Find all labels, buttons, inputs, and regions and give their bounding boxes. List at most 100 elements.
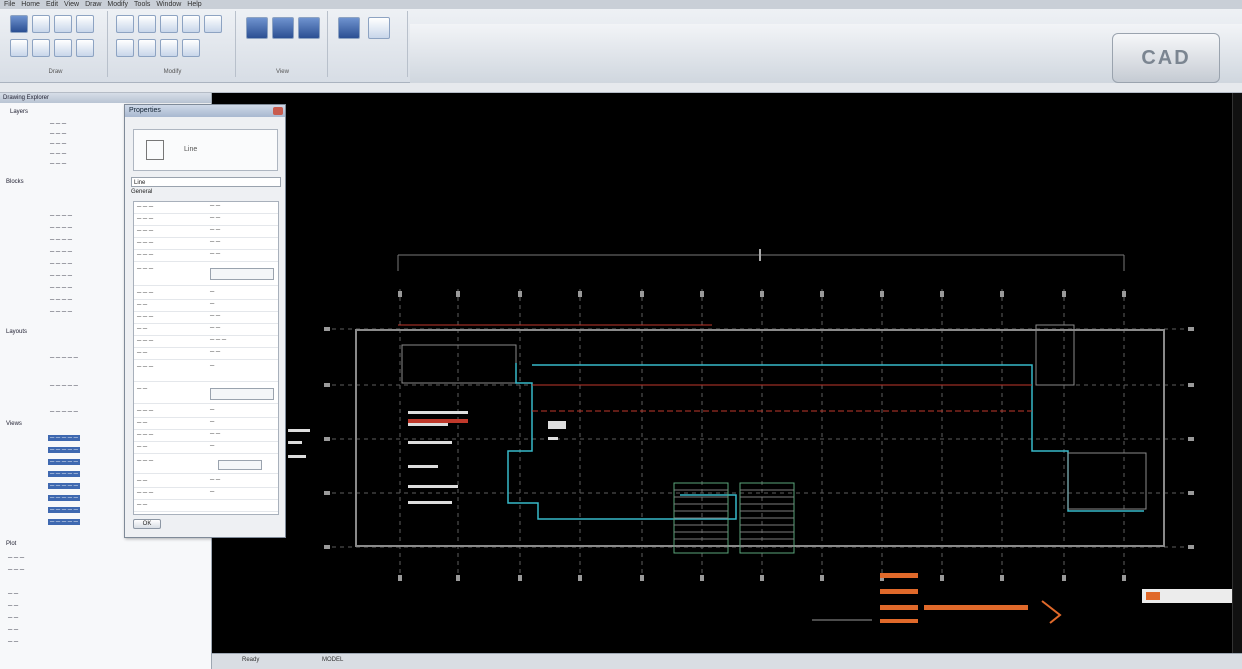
property-value[interactable]: ─ ─ (210, 215, 274, 224)
copy-button[interactable] (138, 15, 156, 33)
scale-button[interactable] (204, 15, 222, 33)
tree-leaf[interactable]: ─ ─ ─ (50, 131, 66, 137)
property-row[interactable]: ─ ─ ─ ─ (134, 324, 278, 336)
menu-file[interactable]: File (4, 0, 15, 9)
polyline-tool-button[interactable] (54, 15, 72, 33)
property-value[interactable]: ─ ─ (210, 349, 274, 358)
property-row[interactable]: ─ ─ ─ (134, 418, 278, 430)
menu-tools[interactable]: Tools (134, 0, 150, 9)
tree-leaf[interactable]: ─ ─ (8, 591, 18, 597)
new-drawing-button[interactable] (10, 15, 28, 33)
tree-leaf[interactable]: ─ ─ ─ ─ (50, 237, 72, 243)
property-value[interactable]: ─ ─ (210, 203, 274, 212)
property-button[interactable] (218, 460, 262, 470)
tree-leaf-selected[interactable]: ─ ─ ─ ─ ─ (48, 495, 80, 501)
tree-leaf[interactable]: ─ ─ ─ (50, 161, 66, 167)
tree-leaf[interactable]: ─ ─ ─ (8, 555, 24, 561)
property-value[interactable]: ─ (210, 301, 274, 310)
entity-type-select[interactable]: Line (131, 177, 281, 187)
tree-leaf[interactable]: ─ ─ ─ ─ (50, 273, 72, 279)
tree-leaf[interactable]: ─ ─ ─ ─ (50, 213, 72, 219)
property-value[interactable]: ─ ─ (210, 227, 274, 236)
tree-leaf[interactable]: ─ ─ ─ (50, 141, 66, 147)
menu-home[interactable]: Home (21, 0, 40, 9)
tree-leaf-selected[interactable]: ─ ─ ─ ─ ─ (48, 507, 80, 513)
pan-button[interactable] (298, 17, 320, 39)
property-value[interactable]: ─ ─ ─ (210, 337, 274, 346)
property-value[interactable]: ─ (210, 363, 274, 372)
tree-item-plot[interactable]: Plot (6, 541, 16, 547)
menu-edit[interactable]: Edit (46, 0, 58, 9)
property-row[interactable]: ─ ─ ─ (134, 264, 278, 286)
property-value[interactable]: ─ ─ (210, 431, 274, 440)
zoom-extents-button[interactable] (246, 17, 268, 39)
property-row[interactable]: ─ ─ ─ ─ ─ ─ (134, 336, 278, 348)
tree-leaf[interactable]: ─ ─ (8, 639, 18, 645)
property-row[interactable]: ─ ─ ─ ─ (134, 348, 278, 360)
rotate-button[interactable] (160, 15, 178, 33)
extend-button[interactable] (138, 39, 156, 57)
property-value[interactable]: ─ (210, 407, 274, 416)
menu-view[interactable]: View (64, 0, 79, 9)
property-row[interactable]: ─ ─ ─ ─ ─ (134, 226, 278, 238)
hatch-tool-button[interactable] (54, 39, 72, 57)
tree-leaf[interactable]: ─ ─ (8, 627, 18, 633)
property-row[interactable]: ─ ─ (134, 384, 278, 404)
move-button[interactable] (116, 15, 134, 33)
tree-item-layers[interactable]: Layers (10, 109, 28, 115)
cad-drawing[interactable] (212, 93, 1242, 653)
menu-help[interactable]: Help (187, 0, 201, 9)
ok-button[interactable]: OK (133, 519, 161, 529)
tree-leaf-selected[interactable]: ─ ─ ─ ─ ─ (48, 447, 80, 453)
tree-leaf[interactable]: ─ ─ ─ ─ (50, 309, 72, 315)
property-value[interactable]: ─ ─ (210, 325, 274, 334)
property-row[interactable]: ─ ─ ─ ─ ─ (134, 202, 278, 214)
property-row[interactable]: ─ ─ ─ ─ (134, 406, 278, 418)
tree-leaf-selected[interactable]: ─ ─ ─ ─ ─ (48, 459, 80, 465)
menu-modify[interactable]: Modify (107, 0, 128, 9)
property-value[interactable] (210, 501, 274, 510)
tree-leaf[interactable]: ─ ─ ─ (8, 567, 24, 573)
property-row[interactable]: ─ ─ ─ (134, 442, 278, 454)
vertical-scrollbar[interactable] (1232, 93, 1242, 653)
tree-leaf[interactable]: ─ ─ ─ ─ ─ (50, 409, 78, 415)
tree-leaf[interactable]: ─ ─ ─ ─ (50, 285, 72, 291)
fillet-button[interactable] (182, 39, 200, 57)
tree-leaf-selected[interactable]: ─ ─ ─ ─ ─ (48, 519, 80, 525)
close-icon[interactable] (273, 107, 283, 115)
property-row[interactable]: ─ ─ ─ ─ ─ (134, 430, 278, 442)
layer-button[interactable] (338, 17, 360, 39)
property-value[interactable]: ─ (210, 489, 274, 498)
menu-draw[interactable]: Draw (85, 0, 101, 9)
tree-item-views[interactable]: Views (6, 421, 22, 427)
circle-tool-button[interactable] (76, 15, 94, 33)
rect-tool-button[interactable] (32, 39, 50, 57)
tree-leaf[interactable]: ─ ─ ─ ─ (50, 249, 72, 255)
tree-leaf[interactable]: ─ ─ (8, 615, 18, 621)
tree-item-blocks[interactable]: Blocks (6, 179, 24, 185)
property-value[interactable]: ─ ─ (210, 313, 274, 322)
properties-button[interactable] (368, 17, 390, 39)
property-value[interactable]: ─ (210, 289, 274, 298)
status-mode[interactable]: MODEL (322, 657, 343, 663)
property-value[interactable]: ─ ─ (210, 251, 274, 260)
property-row[interactable]: ─ ─ ─ ─ (134, 362, 278, 382)
property-row[interactable]: ─ ─ ─ (134, 300, 278, 312)
mirror-button[interactable] (182, 15, 200, 33)
arc-tool-button[interactable] (10, 39, 28, 57)
tree-leaf[interactable]: ─ ─ ─ ─ ─ (50, 383, 78, 389)
property-row[interactable]: ─ ─ ─ ─ ─ (134, 312, 278, 324)
zoom-window-button[interactable] (272, 17, 294, 39)
tree-leaf[interactable]: ─ ─ ─ ─ (50, 261, 72, 267)
drawing-canvas[interactable] (212, 93, 1242, 653)
property-row[interactable]: ─ ─ ─ ─ ─ (134, 250, 278, 262)
property-field[interactable] (210, 268, 274, 280)
property-value[interactable]: ─ ─ (210, 477, 274, 486)
tree-leaf-selected[interactable]: ─ ─ ─ ─ ─ (48, 435, 80, 441)
property-row[interactable]: ─ ─ ─ ─ (134, 288, 278, 300)
tree-leaf[interactable]: ─ ─ ─ (50, 121, 66, 127)
property-value[interactable]: ─ (210, 419, 274, 428)
property-value[interactable]: ─ (210, 443, 274, 452)
tree-leaf[interactable]: ─ ─ ─ ─ ─ (50, 355, 78, 361)
offset-button[interactable] (160, 39, 178, 57)
